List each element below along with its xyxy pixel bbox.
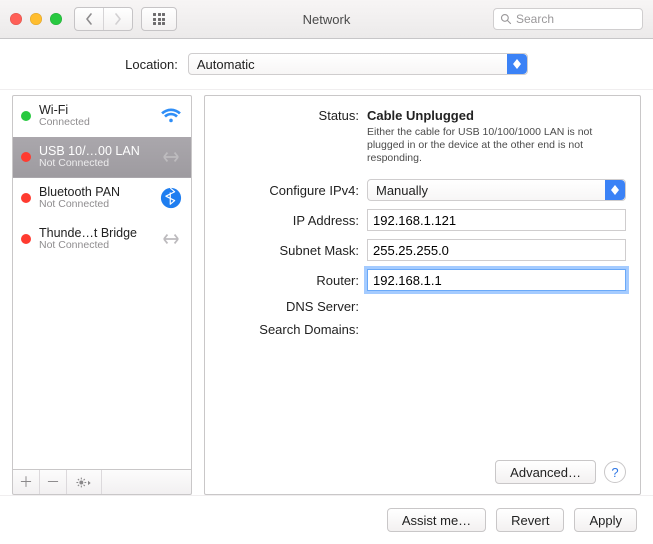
subnet-mask-row: Subnet Mask:: [219, 239, 626, 261]
location-value: Automatic: [197, 57, 255, 72]
router-row: Router:: [219, 269, 626, 291]
search-domains-row: Search Domains:: [219, 322, 626, 337]
nav-back-forward: [74, 7, 133, 31]
assist-me-button[interactable]: Assist me…: [387, 508, 486, 532]
ip-address-row: IP Address:: [219, 209, 626, 231]
details-panel: Status: Cable Unplugged Either the cable…: [204, 95, 641, 495]
interface-item-wifi[interactable]: Wi-Fi Connected: [13, 96, 191, 137]
status-value: Cable Unplugged: [367, 108, 626, 123]
interface-status: Not Connected: [39, 240, 155, 251]
subnet-mask-label: Subnet Mask:: [219, 243, 359, 258]
ip-address-input[interactable]: [367, 209, 626, 231]
configure-ipv4-label: Configure IPv4:: [219, 183, 359, 198]
router-input[interactable]: [367, 269, 626, 291]
location-label: Location:: [125, 57, 178, 72]
actions-menu-button[interactable]: [67, 470, 102, 494]
search-icon: [500, 13, 512, 25]
usb-lan-icon: [159, 145, 183, 169]
status-dot-disconnected: [21, 152, 31, 162]
thunderbolt-bridge-icon: [159, 227, 183, 251]
interfaces-list[interactable]: Wi-Fi Connected USB 10/…00 LAN Not Conne…: [12, 95, 192, 470]
interfaces-toolbar: ＋ －: [12, 470, 192, 495]
interface-status: Not Connected: [39, 158, 155, 169]
interface-status: Connected: [39, 117, 155, 128]
interface-status: Not Connected: [39, 199, 155, 210]
remove-interface-button[interactable]: －: [40, 470, 67, 494]
search-input[interactable]: Search: [493, 8, 643, 30]
dns-server-row: DNS Server:: [219, 299, 626, 314]
search-domains-label: Search Domains:: [219, 322, 359, 337]
minimize-window-button[interactable]: [30, 13, 42, 25]
updown-icon: [507, 54, 527, 74]
assist-me-label: Assist me…: [402, 513, 471, 528]
advanced-button[interactable]: Advanced…: [495, 460, 596, 484]
dns-server-label: DNS Server:: [219, 299, 359, 314]
status-dot-connected: [21, 111, 31, 121]
details-footer: Advanced… ?: [219, 460, 626, 484]
close-window-button[interactable]: [10, 13, 22, 25]
search-placeholder: Search: [516, 12, 554, 26]
subnet-mask-input[interactable]: [367, 239, 626, 261]
updown-icon: [605, 180, 625, 200]
apply-button-label: Apply: [589, 513, 622, 528]
window-footer: Assist me… Revert Apply: [0, 495, 653, 544]
window-controls: [0, 13, 62, 25]
help-button[interactable]: ?: [604, 461, 626, 483]
network-preferences-window: Network Search Location: Automatic Wi-Fi: [0, 0, 653, 544]
apply-button[interactable]: Apply: [574, 508, 637, 532]
status-row: Status: Cable Unplugged Either the cable…: [219, 108, 626, 165]
grid-icon: [153, 13, 165, 25]
main-content: Wi-Fi Connected USB 10/…00 LAN Not Conne…: [0, 90, 653, 495]
configure-ipv4-select[interactable]: Manually: [367, 179, 626, 201]
interface-item-usb-lan[interactable]: USB 10/…00 LAN Not Connected: [13, 137, 191, 178]
chevron-right-icon: [114, 13, 122, 25]
show-all-button[interactable]: [141, 7, 177, 31]
advanced-button-label: Advanced…: [510, 465, 581, 480]
location-row: Location: Automatic: [0, 39, 653, 90]
wifi-icon: [159, 104, 183, 128]
add-interface-button[interactable]: ＋: [13, 470, 40, 494]
status-label: Status:: [219, 108, 359, 123]
zoom-window-button[interactable]: [50, 13, 62, 25]
router-label: Router:: [219, 273, 359, 288]
status-dot-disconnected: [21, 234, 31, 244]
ip-address-label: IP Address:: [219, 213, 359, 228]
interface-item-thunderbolt-bridge[interactable]: Thunde…t Bridge Not Connected: [13, 219, 191, 260]
chevron-left-icon: [85, 13, 93, 25]
interface-item-bluetooth-pan[interactable]: Bluetooth PAN Not Connected: [13, 178, 191, 219]
titlebar: Network Search: [0, 0, 653, 39]
gear-icon: [76, 477, 92, 488]
revert-button-label: Revert: [511, 513, 549, 528]
configure-ipv4-value: Manually: [376, 183, 428, 198]
interfaces-panel: Wi-Fi Connected USB 10/…00 LAN Not Conne…: [12, 95, 192, 495]
status-dot-disconnected: [21, 193, 31, 203]
back-button[interactable]: [75, 8, 103, 30]
status-description: Either the cable for USB 10/100/1000 LAN…: [367, 126, 626, 165]
forward-button[interactable]: [103, 8, 132, 30]
configure-ipv4-row: Configure IPv4: Manually: [219, 179, 626, 201]
revert-button[interactable]: Revert: [496, 508, 564, 532]
location-select[interactable]: Automatic: [188, 53, 528, 75]
bluetooth-icon: [159, 186, 183, 210]
